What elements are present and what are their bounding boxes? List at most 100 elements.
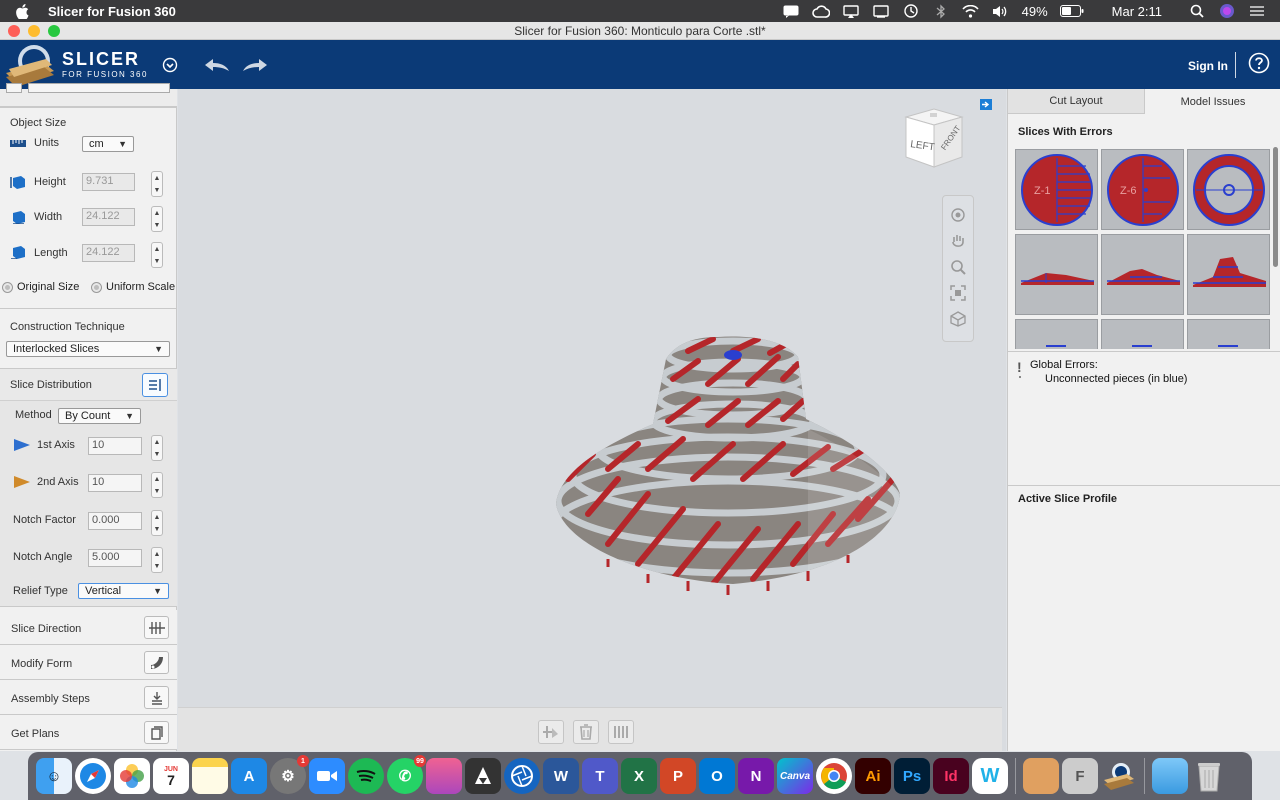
siri-icon[interactable]: [1218, 3, 1236, 19]
pan-hand-icon[interactable]: [950, 233, 966, 252]
view-cube[interactable]: LEFT FRONT: [900, 105, 966, 171]
minimize-window-button[interactable]: [28, 25, 40, 37]
error-slice-thumb[interactable]: [1101, 319, 1184, 349]
zoom-icon[interactable]: [950, 259, 966, 278]
menubar-app-name[interactable]: Slicer for Fusion 360: [48, 4, 176, 19]
dock-font-icon[interactable]: F: [1062, 758, 1098, 794]
expand-panel-icon[interactable]: [980, 99, 992, 110]
slice-distribution-toggle-button[interactable]: [142, 373, 168, 397]
slice-direction-button[interactable]: Slice Direction: [0, 610, 177, 645]
error-slice-thumb[interactable]: [1187, 149, 1270, 230]
notch-angle-input[interactable]: 5.000: [88, 549, 142, 567]
zoom-window-button[interactable]: [48, 25, 60, 37]
dock-canva-icon[interactable]: Canva: [777, 758, 813, 794]
message-status-icon[interactable]: [782, 3, 800, 19]
dock-w-app-icon[interactable]: W: [972, 758, 1008, 794]
second-axis-input[interactable]: 10: [88, 474, 142, 492]
dock-photoshop-icon[interactable]: Ps: [894, 758, 930, 794]
creative-cloud-icon[interactable]: [811, 3, 830, 19]
dock-spotify-icon[interactable]: [348, 758, 384, 794]
menubar-clock[interactable]: Mar 2:11: [1112, 4, 1162, 19]
get-plans-button[interactable]: Get Plans: [0, 715, 177, 750]
dock-powerpoint-icon[interactable]: P: [660, 758, 696, 794]
app-menu-dropdown-icon[interactable]: [162, 57, 178, 73]
dock-notes-icon[interactable]: [192, 758, 228, 794]
apple-menu-icon[interactable]: [16, 3, 34, 19]
first-axis-stepper[interactable]: ▲ ▼: [151, 435, 163, 461]
height-stepper[interactable]: ▲ ▼: [151, 171, 163, 197]
dock-finder-icon[interactable]: ☺: [36, 758, 72, 794]
screen-mirroring-icon[interactable]: [872, 3, 890, 19]
dock-trash-icon[interactable]: [1191, 758, 1227, 794]
dock-archive-icon[interactable]: [1023, 758, 1059, 794]
tab-model-issues[interactable]: Model Issues: [1145, 89, 1280, 114]
redo-icon[interactable]: [242, 57, 268, 73]
dock-illustrator-icon[interactable]: Ai: [855, 758, 891, 794]
undo-icon[interactable]: [204, 57, 230, 73]
tab-cut-layout[interactable]: Cut Layout: [1008, 89, 1145, 114]
dock-word-icon[interactable]: W: [543, 758, 579, 794]
delete-button[interactable]: [573, 720, 599, 744]
units-select[interactable]: cm ▼: [82, 136, 134, 152]
original-size-radio[interactable]: Original Size: [3, 281, 79, 293]
dock-onenote-icon[interactable]: N: [738, 758, 774, 794]
error-slice-thumb[interactable]: [1015, 319, 1098, 349]
modify-form-button[interactable]: Modify Form: [0, 645, 177, 680]
error-slice-thumb[interactable]: [1015, 234, 1098, 315]
error-slice-thumb[interactable]: [1187, 234, 1270, 315]
sign-in-link[interactable]: Sign In: [1188, 59, 1228, 73]
second-axis-stepper[interactable]: ▲ ▼: [151, 472, 163, 498]
error-slice-thumb[interactable]: Z-6: [1101, 149, 1184, 230]
dock-photos-icon[interactable]: [114, 758, 150, 794]
relief-type-select[interactable]: Vertical ▼: [78, 583, 169, 599]
notch-angle-stepper[interactable]: ▲ ▼: [151, 547, 163, 573]
bluetooth-icon[interactable]: [932, 3, 950, 19]
dock-slicer-icon[interactable]: [1101, 758, 1137, 794]
spotlight-search-icon[interactable]: [1188, 3, 1206, 19]
error-slice-thumb[interactable]: [1101, 234, 1184, 315]
assembly-steps-button[interactable]: Assembly Steps: [0, 680, 177, 715]
dock-teams-icon[interactable]: T: [582, 758, 618, 794]
volume-icon[interactable]: [992, 3, 1010, 19]
dock-app-store-icon[interactable]: A: [231, 758, 267, 794]
uniform-scale-radio[interactable]: Uniform Scale: [92, 281, 175, 293]
home-view-icon[interactable]: [950, 310, 966, 330]
battery-percentage[interactable]: 49%: [1022, 4, 1048, 19]
scrolled-select-fragment[interactable]: [28, 83, 170, 93]
notch-factor-stepper[interactable]: ▲ ▼: [151, 510, 163, 536]
dock-system-preferences-icon[interactable]: ⚙ 1: [270, 755, 309, 794]
dock-chrome-icon[interactable]: [816, 758, 852, 794]
dock-indesign-icon[interactable]: Id: [933, 758, 969, 794]
dock-zoom-icon[interactable]: [309, 758, 345, 794]
height-input[interactable]: 9.731: [82, 173, 135, 191]
dock-calendar-icon[interactable]: JUN 7: [153, 758, 189, 794]
zoom-fit-icon[interactable]: [950, 285, 966, 304]
3d-viewport[interactable]: LEFT FRONT: [178, 89, 1006, 751]
sliced-model-render[interactable]: [548, 329, 908, 599]
dock-outlook-icon[interactable]: O: [699, 758, 735, 794]
dock-aperture-icon[interactable]: [504, 758, 540, 794]
wifi-icon[interactable]: [962, 3, 980, 19]
length-input[interactable]: 24.122: [82, 244, 135, 262]
method-select[interactable]: By Count ▼: [58, 408, 141, 424]
control-center-icon[interactable]: [1248, 3, 1266, 19]
first-axis-input[interactable]: 10: [88, 437, 142, 455]
dock-safari-icon[interactable]: [75, 758, 111, 794]
slice-view-button[interactable]: [608, 720, 634, 744]
error-slice-thumb[interactable]: Z-1: [1015, 149, 1098, 230]
error-slice-thumb[interactable]: [1187, 319, 1270, 349]
width-stepper[interactable]: ▲ ▼: [151, 206, 163, 232]
dock-whatsapp-icon[interactable]: ✆ 99: [387, 755, 426, 794]
dock-inkscape-icon[interactable]: [465, 758, 501, 794]
dock-downloads-folder-icon[interactable]: [1152, 758, 1188, 794]
notch-factor-input[interactable]: 0.000: [88, 512, 142, 530]
thumbs-scrollbar[interactable]: [1273, 147, 1278, 267]
time-machine-icon[interactable]: [902, 3, 920, 19]
dock-excel-icon[interactable]: X: [621, 758, 657, 794]
orbit-icon[interactable]: [950, 207, 966, 226]
length-stepper[interactable]: ▲ ▼: [151, 242, 163, 268]
help-icon[interactable]: [1248, 52, 1270, 77]
close-window-button[interactable]: [8, 25, 20, 37]
dock-screen-icon[interactable]: [426, 758, 462, 794]
scrolled-control-fragment[interactable]: [6, 83, 22, 93]
